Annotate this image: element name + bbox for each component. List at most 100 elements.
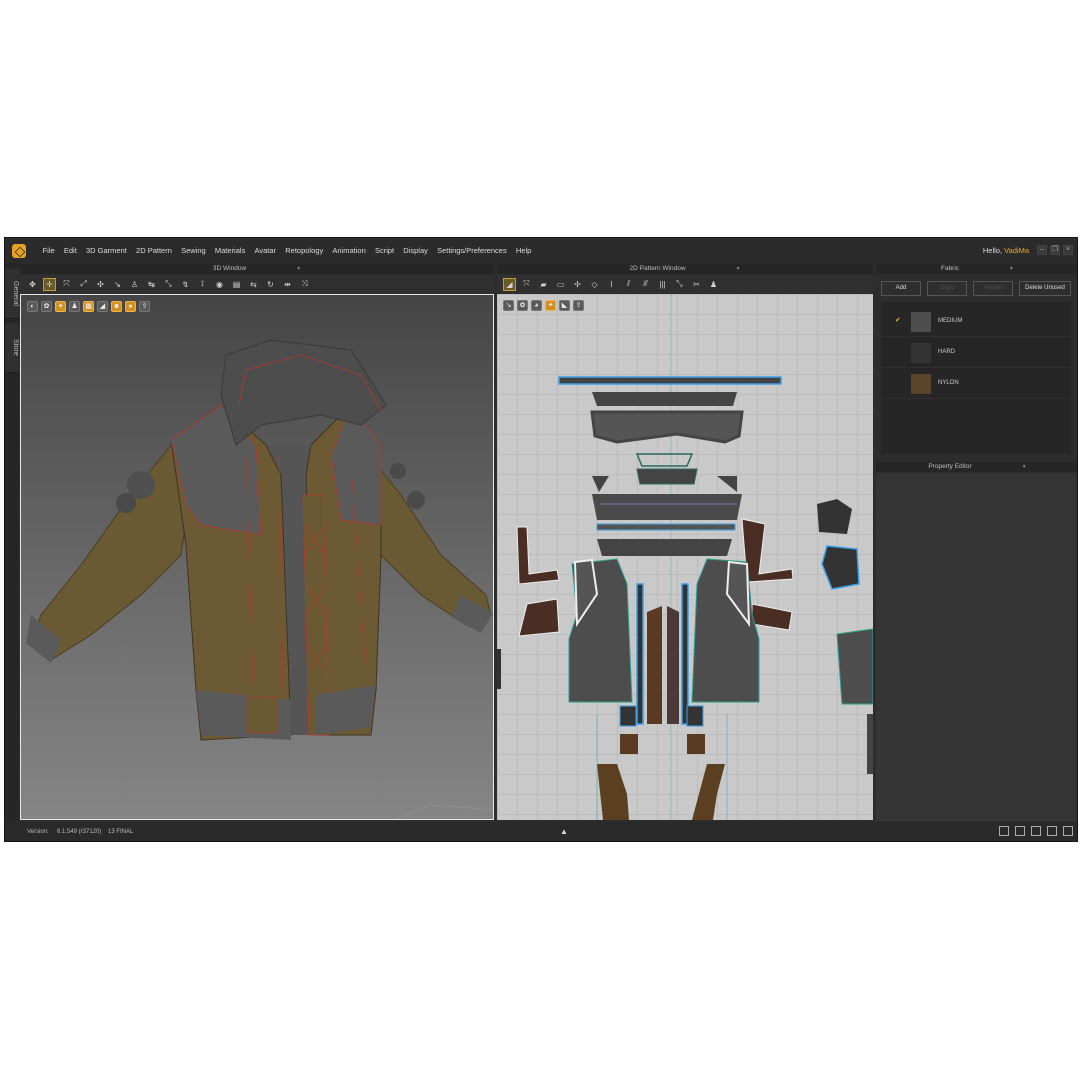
transform-icon[interactable]: ⤧ [520,278,533,291]
menu-file[interactable]: File [38,246,59,255]
arrow-icon[interactable]: ↘ [111,278,124,291]
build-label: 13 FINAL [108,829,134,835]
menu-animation[interactable]: Animation [328,246,371,255]
view2d-mini-toolbar: ↘ ✿ ◕ ✦ ◣ ⇪ [503,300,584,311]
dart-icon[interactable]: ◇ [588,278,601,291]
chevron-down-icon[interactable]: ▼ [736,264,741,274]
layout-grid-icon[interactable] [1047,826,1057,836]
fabric-copy-button[interactable]: Copy [927,281,967,296]
restore-icon[interactable]: ❐ [1050,245,1060,255]
arrange-icon[interactable]: ⇆ [247,278,260,291]
layout-triple-icon[interactable] [1031,826,1041,836]
skin-icon[interactable]: ● [125,301,136,312]
measure-icon[interactable]: ↹ [145,278,158,291]
chevron-down-icon[interactable]: ▼ [1009,264,1014,274]
avatar-display-icon[interactable]: ♟ [69,301,80,312]
menu-retopology[interactable]: Retopology [281,246,328,255]
property-editor-title: Property Editor [928,463,972,470]
fabric-add-button[interactable]: Add [881,281,921,296]
point-icon[interactable]: ⇹ [281,278,294,291]
status-bar: Version: 6.1.549 (r37120) 13 FINAL ▲ [5,822,1077,841]
property-editor-panel [876,473,1077,821]
avatar-icon[interactable]: ♙ [128,278,141,291]
user-greeting[interactable]: Hello, VadiMa [983,246,1029,255]
fitting-icon[interactable]: ↯ [179,278,192,291]
version-label: Version: [27,829,49,835]
fabric-panel: Add Copy Assign Delete Unused ✔ MEDIUM H… [876,275,1077,458]
edit-pattern-icon[interactable]: ◢ [503,277,516,291]
button-icon[interactable]: ◉ [213,278,226,291]
segment-sewing-icon[interactable]: ⫽ [622,278,635,291]
menu-3d-garment[interactable]: 3D Garment [81,246,131,255]
side-tab-general[interactable]: General [5,269,19,319]
fabric-item-label: MEDIUM [938,318,963,324]
close-icon[interactable]: × [1063,245,1073,255]
line-icon[interactable]: ▤ [230,278,243,291]
chevron-down-icon[interactable]: ▼ [1022,462,1027,472]
pin-icon[interactable]: ⤧ [60,278,73,291]
layout-settings-icon[interactable] [1063,826,1073,836]
shape-icon[interactable]: ◣ [559,300,570,311]
fabric-list: ✔ MEDIUM HARD NYLON [881,302,1071,454]
texture-2d-icon[interactable]: ✦ [545,300,556,311]
select-icon[interactable]: ✥ [26,278,39,291]
menu-help[interactable]: Help [511,246,536,255]
render-icon[interactable]: ◢ [97,301,108,312]
stitch-icon[interactable]: ⤢ [77,278,90,291]
fabric-assign-button[interactable]: Assign [973,281,1013,296]
rotate-icon[interactable]: ↻ [264,278,277,291]
fabric-item-hard[interactable]: HARD [881,337,1071,368]
viewport-3d[interactable]: ◐ ✿ ✦ ♟ ▩ ◢ ☻ ● ⇪ [20,294,494,820]
fabric-display-icon[interactable]: ▩ [83,301,94,312]
texture-icon[interactable]: ✦ [55,301,66,312]
menu-avatar[interactable]: Avatar [250,246,281,255]
pattern-icon[interactable]: ♟ [707,278,720,291]
view2d-title: 2D Pattern Window [629,265,686,272]
fabric-swatch [911,312,931,332]
layout-single-icon[interactable] [999,826,1009,836]
zipper-icon[interactable]: ⟟ [196,278,209,291]
garment-icon[interactable]: ✿ [41,301,52,312]
expand-up-icon[interactable]: ▲ [560,827,568,836]
trace-icon[interactable]: ✂ [690,278,703,291]
free-sewing-icon[interactable]: ⫻ [639,278,652,291]
pattern-select-icon[interactable]: ↘ [503,300,514,311]
minimize-icon[interactable]: – [1037,245,1047,255]
export-2d-icon[interactable]: ⇪ [573,300,584,311]
body-icon[interactable]: ☻ [111,301,122,312]
menu-settings[interactable]: Settings/Preferences [432,246,511,255]
menu-2d-pattern[interactable]: 2D Pattern [131,246,176,255]
menu-display[interactable]: Display [399,246,433,255]
tape-icon[interactable]: ⤡ [162,278,175,291]
chevron-down-icon[interactable]: ▼ [296,264,301,274]
rect-icon[interactable]: ▭ [554,278,567,291]
view3d-title: 3D Window [212,265,247,272]
viewport-2d-pattern[interactable]: ↘ ✿ ◕ ✦ ◣ ⇪ [497,294,873,820]
fabric-item-label: NYLON [938,380,959,386]
fold-icon[interactable]: ✣ [94,278,107,291]
camera-icon[interactable]: ◐ [27,301,38,312]
garment-view-icon[interactable]: ✿ [517,300,528,311]
layout-split-icon[interactable] [1015,826,1025,836]
toolbar-2d: ◢ ⤧ ▰ ▭ ✢ ◇ ⌇ ⫽ ⫻ ||| ⤡ ✂ ♟ [497,275,873,293]
side-tab-strip: General Store [5,263,19,821]
fabric-delete-unused-button[interactable]: Delete Unused [1019,281,1071,296]
edit-curve-icon[interactable]: ▰ [537,278,550,291]
side-tab-store[interactable]: Store [5,323,19,373]
check-sewing-icon[interactable]: ⤡ [673,278,686,291]
menu-script[interactable]: Script [370,246,398,255]
greeting-username: VadiMa [1004,246,1029,255]
menu-materials[interactable]: Materials [210,246,250,255]
fabric-item-nylon[interactable]: NYLON [881,368,1071,399]
pattern-pieces [497,294,873,820]
move-icon[interactable]: ✛ [43,277,56,291]
internal-line-icon[interactable]: ✢ [571,278,584,291]
menu-edit[interactable]: Edit [59,246,81,255]
fold-arrange-icon[interactable]: ||| [656,278,669,291]
export-icon[interactable]: ⇪ [139,301,150,312]
pose-icon[interactable]: ⤨ [298,278,311,291]
menu-sewing[interactable]: Sewing [177,246,211,255]
grain-icon[interactable]: ◕ [531,300,542,311]
fabric-item-medium[interactable]: ✔ MEDIUM [881,306,1071,337]
notch-icon[interactable]: ⌇ [605,278,618,291]
